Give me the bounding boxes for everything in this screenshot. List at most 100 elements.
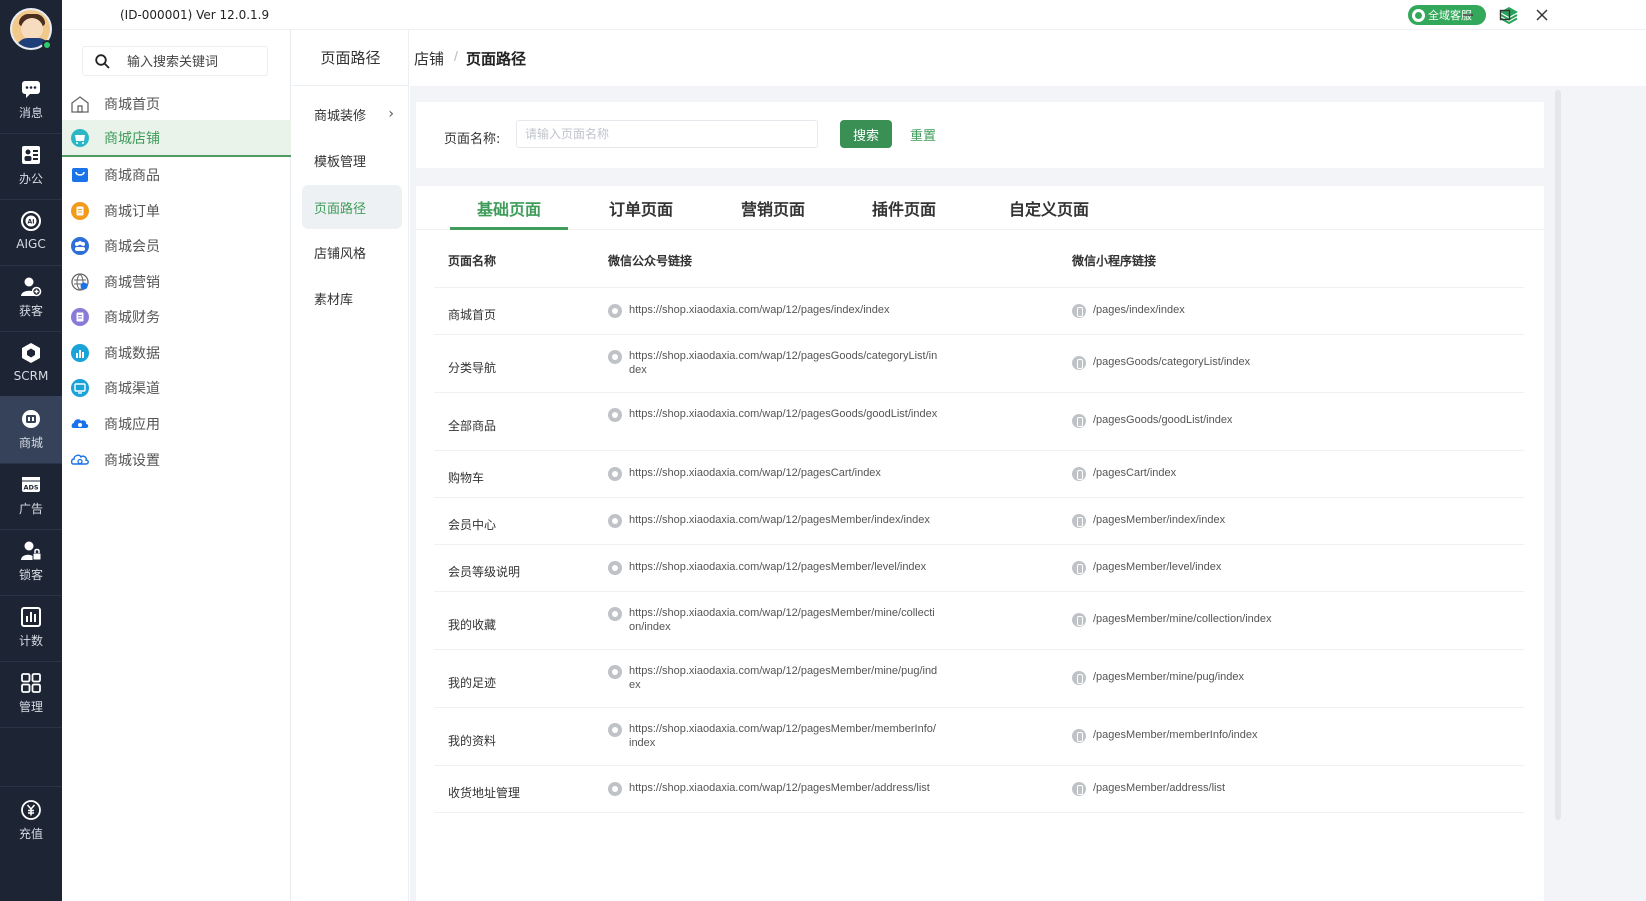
row-miniprogram-link[interactable]: /pages/index/index (1072, 303, 1492, 318)
minimize-button[interactable] (1456, 4, 1480, 26)
rail-item-scrm[interactable]: SCRM (0, 330, 62, 398)
wechat-link-text[interactable]: https://shop.xiaodaxia.com/wap/12/pagesM… (629, 781, 930, 795)
wechat-link-icon (608, 304, 622, 318)
miniprogram-link-icon (1072, 561, 1086, 575)
submenu-item-style[interactable]: 店铺风格 (302, 230, 402, 274)
rail-item-aigc[interactable]: AI AIGC (0, 198, 62, 266)
search-button[interactable]: 搜索 (840, 120, 892, 148)
close-button[interactable] (1530, 4, 1554, 26)
miniprogram-link-icon (1072, 514, 1086, 528)
menu-search-input[interactable] (127, 52, 257, 72)
rail-item-acquire[interactable]: 获客 (0, 264, 62, 332)
table-row: 分类导航 https://shop.xiaodaxia.com/wap/12/p… (434, 335, 1524, 393)
menu-item-app[interactable]: 商城应用 (62, 405, 291, 442)
rail-item-message[interactable]: 消息 (0, 66, 62, 134)
row-miniprogram-link[interactable]: /pagesMember/level/index (1072, 560, 1492, 575)
miniprogram-link-text[interactable]: /pagesMember/mine/collection/index (1093, 612, 1272, 626)
menu-item-order[interactable]: 商城订单 (62, 192, 291, 229)
tab-basic[interactable]: 基础页面 (450, 196, 568, 230)
rail-label: 获客 (18, 304, 43, 318)
marketing-icon (70, 272, 90, 292)
rail-item-manage[interactable]: 管理 (0, 660, 62, 728)
rail-item-mall[interactable]: 商城 (0, 396, 62, 464)
menu-item-marketing[interactable]: 商城营销 (62, 263, 291, 300)
menu-item-goods[interactable]: 商城商品 (62, 156, 291, 193)
submenu-item-materials[interactable]: 素材库 (302, 276, 402, 320)
wechat-link-text[interactable]: https://shop.xiaodaxia.com/wap/12/pagesG… (629, 349, 938, 377)
miniprogram-link-text[interactable]: /pagesGoods/goodList/index (1093, 413, 1232, 427)
row-miniprogram-link[interactable]: /pagesMember/memberInfo/index (1072, 728, 1492, 743)
miniprogram-link-text[interactable]: /pagesMember/index/index (1093, 513, 1225, 527)
row-page-name: 购物车 (448, 471, 485, 485)
wechat-link-text[interactable]: https://shop.xiaodaxia.com/wap/12/pages/… (629, 303, 890, 317)
menu-item-home[interactable]: 商城首页 (62, 85, 291, 122)
rail-item-count[interactable]: 计数 (0, 594, 62, 662)
wechat-link-text[interactable]: https://shop.xiaodaxia.com/wap/12/pagesM… (629, 606, 938, 634)
menu-item-member[interactable]: 商城会员 (62, 227, 291, 264)
miniprogram-link-text[interactable]: /pagesMember/level/index (1093, 560, 1221, 574)
rail-label: 办公 (18, 172, 43, 186)
submenu-item-templates[interactable]: 模板管理 (302, 138, 402, 182)
submenu-item-decoration[interactable]: 商城装修 › (302, 92, 402, 136)
breadcrumb-parent[interactable]: 店铺 (414, 48, 444, 69)
page-name-input[interactable] (516, 120, 818, 148)
miniprogram-link-icon (1072, 304, 1086, 318)
menu-item-label: 商城商品 (104, 167, 160, 184)
wechat-link-text[interactable]: https://shop.xiaodaxia.com/wap/12/pagesM… (629, 722, 938, 750)
menu-item-settings[interactable]: 商城设置 (62, 441, 291, 478)
miniprogram-link-text[interactable]: /pagesCart/index (1093, 466, 1176, 480)
miniprogram-link-text[interactable]: /pages/index/index (1093, 303, 1185, 317)
menu-item-finance[interactable]: 商城财务 (62, 298, 291, 335)
miniprogram-link-icon (1072, 414, 1086, 428)
row-wechat-link[interactable]: https://shop.xiaodaxia.com/wap/12/pagesM… (608, 606, 938, 634)
row-wechat-link[interactable]: https://shop.xiaodaxia.com/wap/12/pagesM… (608, 722, 938, 750)
miniprogram-link-text[interactable]: /pagesGoods/categoryList/index (1093, 355, 1250, 369)
row-miniprogram-link[interactable]: /pagesMember/mine/collection/index (1072, 612, 1492, 627)
submenu-item-page-path[interactable]: 页面路径 (302, 185, 402, 229)
wechat-link-text[interactable]: https://shop.xiaodaxia.com/wap/12/pagesM… (629, 664, 938, 692)
menu-item-shop[interactable]: 商城店铺 (62, 120, 291, 157)
miniprogram-link-text[interactable]: /pagesMember/memberInfo/index (1093, 728, 1257, 742)
menu-search[interactable] (82, 46, 268, 76)
row-wechat-link[interactable]: https://shop.xiaodaxia.com/wap/12/pagesM… (608, 781, 938, 796)
row-wechat-link[interactable]: https://shop.xiaodaxia.com/wap/12/pages/… (608, 303, 938, 318)
wechat-link-text[interactable]: https://shop.xiaodaxia.com/wap/12/pagesG… (629, 407, 937, 421)
miniprogram-link-text[interactable]: /pagesMember/mine/pug/index (1093, 670, 1244, 684)
rail-item-lock-customer[interactable]: 锁客 (0, 528, 62, 596)
tab-order[interactable]: 订单页面 (594, 196, 688, 230)
menu-item-channel[interactable]: 商城渠道 (62, 369, 291, 406)
close-icon (1536, 9, 1548, 21)
rail-label: 消息 (18, 106, 43, 120)
tab-custom[interactable]: 自定义页面 (994, 196, 1104, 230)
row-miniprogram-link[interactable]: /pagesGoods/goodList/index (1072, 413, 1492, 428)
row-page-name: 分类导航 (448, 361, 497, 375)
wechat-link-text[interactable]: https://shop.xiaodaxia.com/wap/12/pagesM… (629, 513, 930, 527)
menu-item-data[interactable]: 商城数据 (62, 334, 291, 371)
reset-button[interactable]: 重置 (910, 125, 936, 144)
wechat-link-text[interactable]: https://shop.xiaodaxia.com/wap/12/pagesM… (629, 560, 926, 574)
maximize-button[interactable] (1493, 4, 1517, 26)
rail-item-office[interactable]: 办公 (0, 132, 62, 200)
page-path-table-card: 基础页面 订单页面 营销页面 插件页面 自定义页面 页面名称 微信公众号链接 微… (416, 186, 1544, 901)
rail-label: 管理 (18, 700, 43, 714)
row-miniprogram-link[interactable]: /pagesMember/address/list (1072, 781, 1492, 796)
row-wechat-link[interactable]: https://shop.xiaodaxia.com/wap/12/pagesG… (608, 349, 938, 377)
row-page-name: 会员中心 (448, 518, 497, 532)
row-miniprogram-link[interactable]: /pagesMember/index/index (1072, 513, 1492, 528)
mall-menu: 商城首页 商城店铺 商城商品 商城订单 商城会员 商城营销 商城财务 商城数据 … (62, 30, 291, 901)
rail-item-recharge[interactable]: 充值 (0, 786, 62, 854)
row-wechat-link[interactable]: https://shop.xiaodaxia.com/wap/12/pagesG… (608, 407, 938, 422)
tab-marketing[interactable]: 营销页面 (726, 196, 820, 230)
wechat-link-text[interactable]: https://shop.xiaodaxia.com/wap/12/pagesC… (629, 466, 881, 480)
row-miniprogram-link[interactable]: /pagesCart/index (1072, 466, 1492, 481)
tab-plugin[interactable]: 插件页面 (857, 196, 951, 230)
row-miniprogram-link[interactable]: /pagesMember/mine/pug/index (1072, 670, 1492, 685)
rail-item-ads[interactable]: ADS 广告 (0, 462, 62, 530)
row-wechat-link[interactable]: https://shop.xiaodaxia.com/wap/12/pagesM… (608, 513, 938, 528)
row-miniprogram-link[interactable]: /pagesGoods/categoryList/index (1072, 355, 1492, 370)
row-wechat-link[interactable]: https://shop.xiaodaxia.com/wap/12/pagesC… (608, 466, 938, 481)
row-wechat-link[interactable]: https://shop.xiaodaxia.com/wap/12/pagesM… (608, 560, 938, 575)
main-scrollbar[interactable] (1555, 90, 1561, 820)
row-wechat-link[interactable]: https://shop.xiaodaxia.com/wap/12/pagesM… (608, 664, 938, 692)
miniprogram-link-text[interactable]: /pagesMember/address/list (1093, 781, 1225, 795)
